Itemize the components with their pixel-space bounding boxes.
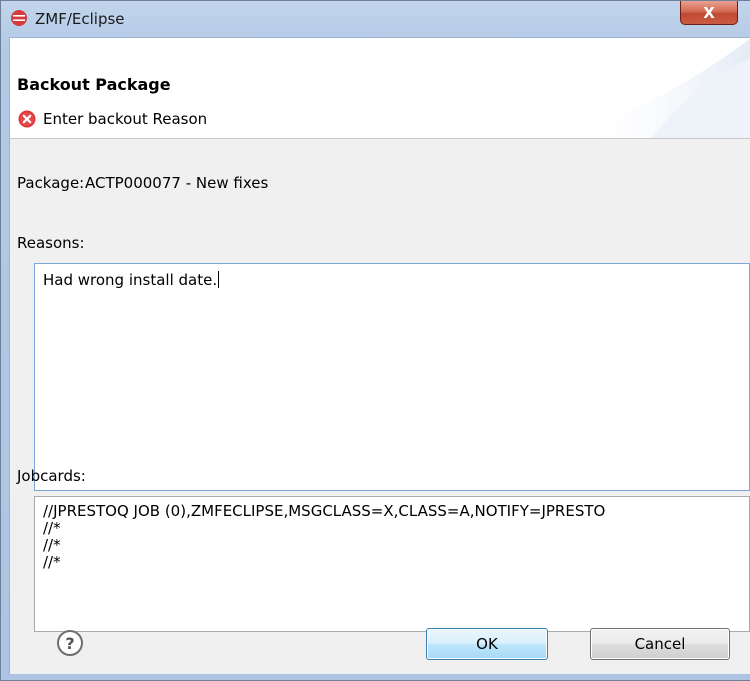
jobcard-line: //*	[43, 519, 61, 537]
error-icon	[18, 110, 36, 128]
eclipse-logo-icon	[10, 9, 28, 27]
dialog-window: ZMF/Eclipse X Backout Package Enter back…	[0, 0, 750, 681]
text-caret	[218, 271, 220, 288]
jobcard-line: //JPRESTOQ JOB (0),ZMFECLIPSE,MSGCLASS=X…	[43, 502, 606, 520]
title-area: Backout Package Enter backout Reason	[10, 38, 750, 139]
reasons-text: Had wrong install date.	[43, 271, 218, 289]
reasons-textarea[interactable]: Had wrong install date.	[34, 263, 750, 491]
close-button[interactable]: X	[680, 1, 738, 25]
dialog-client-area: Backout Package Enter backout Reason Pac…	[9, 37, 750, 674]
title-bar[interactable]: ZMF/Eclipse X	[1, 1, 750, 37]
help-icon[interactable]: ?	[57, 630, 83, 656]
cancel-button[interactable]: Cancel	[590, 628, 730, 660]
ok-button[interactable]: OK	[426, 628, 548, 660]
package-label: Package:	[17, 174, 85, 192]
jobcard-line: //*	[43, 553, 61, 571]
reasons-label: Reasons:	[17, 234, 85, 252]
jobcard-line: //*	[43, 536, 61, 554]
package-value: ACTP000077 - New fixes	[85, 174, 269, 192]
error-message: Enter backout Reason	[43, 110, 208, 128]
jobcards-label: Jobcards:	[17, 467, 86, 485]
jobcards-textarea[interactable]: //JPRESTOQ JOB (0),ZMFECLIPSE,MSGCLASS=X…	[34, 496, 750, 632]
window-title: ZMF/Eclipse	[35, 10, 125, 28]
banner-decoration	[571, 38, 750, 138]
dialog-title: Backout Package	[17, 75, 171, 94]
